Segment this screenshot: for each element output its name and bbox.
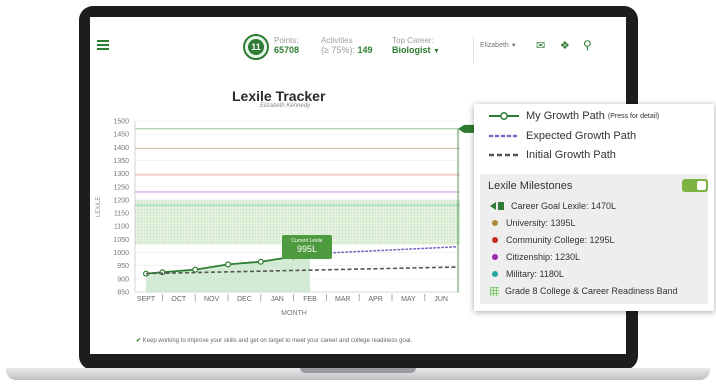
footer-text: Keep working to improve your skills and … [142,338,413,344]
legend-my-growth-label: My Growth Path [526,110,605,122]
milestone-item: Military: 1180L [492,269,564,279]
x-tick-label: DEC [237,296,252,303]
x-tick-label: OCT [171,296,187,303]
x-tick-label: FEB [303,296,317,303]
y-tick-label: 900 [117,276,129,283]
milestones-toggle[interactable] [682,179,708,192]
milestone-label: Military: 1180L [506,269,564,279]
legend-expected: Expected Growth Path [488,130,636,142]
y-tick-label: 1350 [113,158,129,165]
y-tick-label: 1000 [113,250,129,257]
legend-expected-label: Expected Growth Path [526,130,637,142]
growth-area [146,253,310,292]
x-tick-label: JAN [271,296,284,303]
flag-body [498,202,504,210]
y-tick-label: 1300 [113,171,129,178]
x-tick-label: SEPT [137,296,156,303]
y-tick-label: 1250 [113,184,129,191]
milestones-title: Lexile Milestones [488,180,573,192]
data-point [192,266,199,273]
laptop-base-notch [300,368,416,373]
y-tick-label: 1400 [113,145,129,152]
milestone-item: University: 1395L [492,218,576,228]
current-lexile-tooltip: Current Lexile 995L [282,235,332,259]
milestone-label: University: 1395L [506,218,576,228]
x-tick-label: NOV [204,296,220,303]
career-goal-flag [458,124,474,133]
laptop-chin [90,354,626,366]
dashed-line-icon [489,153,519,157]
dot-icon [492,220,498,226]
data-point [225,261,232,268]
check-circle-icon: ✔ [136,338,142,344]
y-tick-label: 1500 [113,119,129,126]
x-tick-label: MAR [335,296,351,303]
dot-icon [492,271,498,277]
legend-initial-label: Initial Growth Path [526,149,616,161]
band-swatch-icon [490,286,499,296]
milestone-label: Grade 8 College & Career Readiness Band [505,286,678,296]
x-tick-label: MAY [401,296,416,303]
x-axis-label: MONTH [281,310,307,317]
milestone-item: Grade 8 College & Career Readiness Band [490,286,678,296]
dot-icon [492,237,498,243]
current-lexile-value: 995L [296,244,318,254]
y-tick-label: 1150 [114,211,129,218]
milestones-box: Lexile Milestones Career Goal Lexile: 14… [480,174,708,304]
milestone-label: Career Goal Lexile: 1470L [511,201,617,211]
legend-panel: My Growth Path (Press for detail) Expecte… [474,104,714,311]
y-tick-label: 950 [117,263,129,270]
flag-icon [490,202,496,210]
legend-initial: Initial Growth Path [488,149,616,161]
y-tick-label: 1100 [114,224,129,231]
dotted-line-icon [488,134,520,138]
milestone-item: Community College: 1295L [492,235,615,245]
x-tick-label: JUN [434,296,448,303]
milestone-label: Community College: 1295L [506,235,615,245]
solid-line-circle-icon [489,112,519,120]
x-tick-label: APR [368,296,382,303]
y-tick-label: 1450 [113,132,129,139]
y-tick-label: 850 [117,290,129,297]
footer-message: ✔ Keep working to improve your skills an… [136,337,412,344]
milestone-item: Career Goal Lexile: 1470L [490,201,616,211]
data-point [257,258,264,265]
y-tick-label: 1200 [113,197,129,204]
milestone-label: Citizenship: 1230L [506,252,581,262]
milestone-item: Citizenship: 1230L [492,252,580,262]
dot-icon [492,254,498,260]
legend-my-growth-note: (Press for detail) [607,112,660,120]
y-tick-label: 1050 [113,237,129,244]
legend-my-growth[interactable]: My Growth Path (Press for detail) [488,110,659,122]
